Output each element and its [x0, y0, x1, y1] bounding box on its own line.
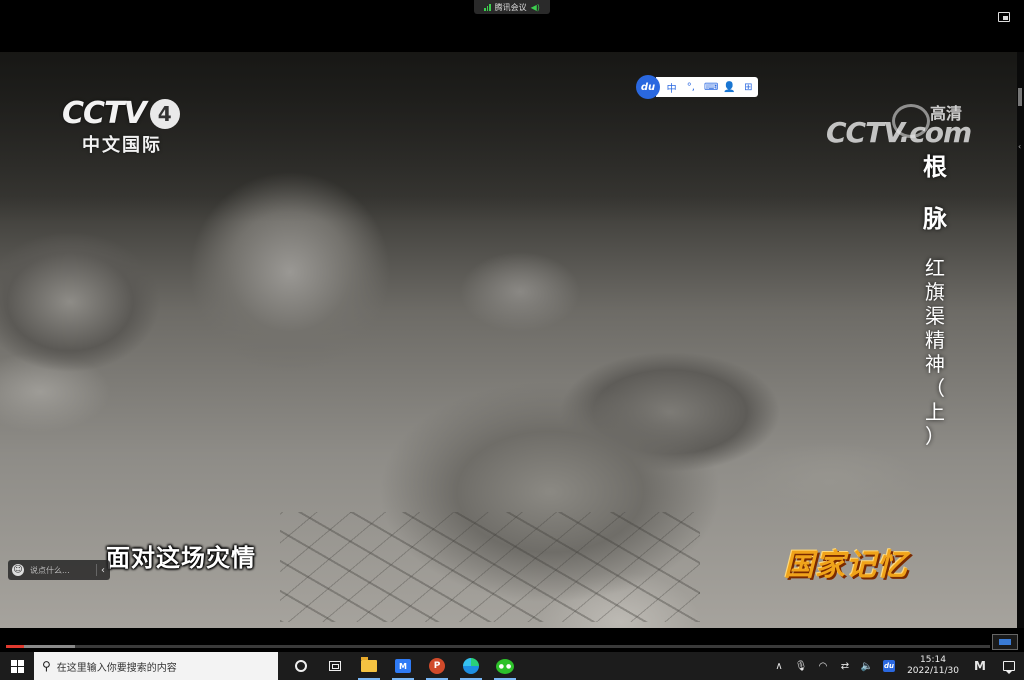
- progress-track[interactable]: [6, 645, 990, 648]
- edge-icon: [463, 658, 479, 674]
- system-clock[interactable]: 15:14 2022/11/30: [904, 655, 962, 677]
- title-char: （: [925, 376, 945, 400]
- search-icon: ⚲: [42, 659, 51, 673]
- picture-in-picture-icon[interactable]: [998, 12, 1010, 22]
- search-placeholder: 在这里输入你要搜索的内容: [56, 662, 177, 674]
- powerpoint-button[interactable]: P: [420, 652, 454, 680]
- edge-browser-button[interactable]: [454, 652, 488, 680]
- taskbar-search-box[interactable]: ⚲ 在这里输入你要搜索的内容: [34, 652, 278, 680]
- signal-icon: [484, 3, 491, 11]
- screen: 腾讯会议 ◀) CCTV 4 中文国际 高清 CCTV.com du 中 °, …: [0, 0, 1024, 680]
- cortana-icon: [295, 660, 307, 672]
- tencent-meeting-icon: M: [395, 659, 411, 673]
- title-char: 渠: [925, 304, 945, 328]
- baidu-tray-icon: du: [883, 660, 895, 672]
- title-char: ）: [925, 424, 945, 448]
- title-char: 神: [925, 352, 945, 376]
- meeting-status-pill[interactable]: 腾讯会议 ◀): [474, 0, 550, 14]
- baidu-toolbar-items: 中 °, ⌨ 👤 ⊞: [656, 77, 758, 97]
- task-view-button[interactable]: [318, 652, 352, 680]
- speaker-icon[interactable]: 🔈: [856, 652, 878, 680]
- watermark-text: CCTV.com: [826, 116, 972, 149]
- windows-icon: [10, 659, 24, 673]
- folder-icon: [361, 657, 377, 672]
- progress-fill: [6, 645, 24, 648]
- title-char: 旗: [925, 280, 945, 304]
- meeting-app-name: 腾讯会议: [494, 2, 527, 12]
- wechat-button[interactable]: ● ●: [488, 652, 522, 680]
- microphone-icon[interactable]: ◀): [531, 3, 540, 12]
- wechat-icon: ● ●: [496, 658, 514, 674]
- pinned-apps: M P ● ●: [284, 652, 522, 680]
- clock-time: 15:14: [920, 655, 946, 665]
- emoji-icon[interactable]: ☺: [12, 564, 24, 576]
- volume-icon[interactable]: ⇄: [834, 652, 856, 680]
- comment-input[interactable]: ☺ 说点什么... ‹: [8, 560, 110, 580]
- baidu-tray-button[interactable]: du: [878, 652, 900, 680]
- clock-date: 2022/11/30: [907, 666, 959, 676]
- channel-logo-text: CCTV: [62, 96, 147, 131]
- video-subtitle: 面对这场灾情: [106, 544, 256, 572]
- powerpoint-icon: P: [429, 658, 445, 674]
- baidu-input-toolbar[interactable]: du 中 °, ⌨ 👤 ⊞: [636, 75, 758, 99]
- microphone-tray-icon[interactable]: 🎙: [790, 652, 812, 680]
- watermark-logo: 高清 CCTV.com: [826, 100, 996, 154]
- keyboard-icon[interactable]: ⌨: [704, 82, 718, 93]
- baidu-logo-icon[interactable]: du: [636, 75, 660, 99]
- tencent-meeting-button[interactable]: M: [386, 652, 420, 680]
- show-hidden-icons-button[interactable]: ∧: [768, 652, 790, 680]
- title-char: 红: [925, 256, 945, 280]
- chevron-left-icon[interactable]: ‹: [101, 565, 105, 576]
- screen-share-icon[interactable]: [992, 634, 1018, 650]
- title-char: 脉: [923, 205, 947, 233]
- channel-subtitle: 中文国际: [82, 135, 162, 156]
- network-icon[interactable]: ◠: [812, 652, 834, 680]
- channel-logo: CCTV 4 中文国际: [62, 96, 192, 157]
- side-scroll-handle[interactable]: [1018, 88, 1022, 106]
- start-button[interactable]: [0, 652, 34, 680]
- video-frame-cracks: [280, 512, 700, 622]
- task-view-icon: [329, 661, 341, 671]
- cortana-button[interactable]: [284, 652, 318, 680]
- progress-buffer: [23, 645, 75, 648]
- program-episode-title: 根 脉 红 旗 渠 精 神 （ 上 ）: [918, 152, 952, 448]
- chinese-mode-button[interactable]: 中: [666, 80, 678, 95]
- channel-number: 4: [149, 98, 180, 129]
- right-edge-strip: ‹: [1017, 52, 1024, 652]
- title-char: 上: [925, 400, 945, 424]
- punctuation-button[interactable]: °,: [685, 82, 697, 93]
- playback-bar: [0, 628, 1024, 652]
- user-icon[interactable]: 👤: [723, 82, 735, 93]
- title-char: 根: [923, 153, 947, 181]
- title-char: 精: [925, 328, 945, 352]
- chevron-left-icon[interactable]: ‹: [1018, 142, 1021, 151]
- windows-taskbar: ⚲ 在这里输入你要搜索的内容 M P ● ● ∧ 🎙 ◠ ⇄ 🔈 du 15:1…: [0, 652, 1024, 680]
- divider: [96, 564, 97, 576]
- file-explorer-button[interactable]: [352, 652, 386, 680]
- notification-center-button[interactable]: [994, 652, 1024, 680]
- grid-menu-icon[interactable]: ⊞: [742, 82, 754, 93]
- notification-icon: [1003, 661, 1015, 674]
- input-method-indicator[interactable]: M: [966, 652, 994, 680]
- system-tray: ∧ 🎙 ◠ ⇄ 🔈 du 15:14 2022/11/30 M: [768, 652, 1024, 680]
- program-logo: 国家记忆: [784, 548, 908, 583]
- comment-placeholder: 说点什么...: [30, 565, 70, 575]
